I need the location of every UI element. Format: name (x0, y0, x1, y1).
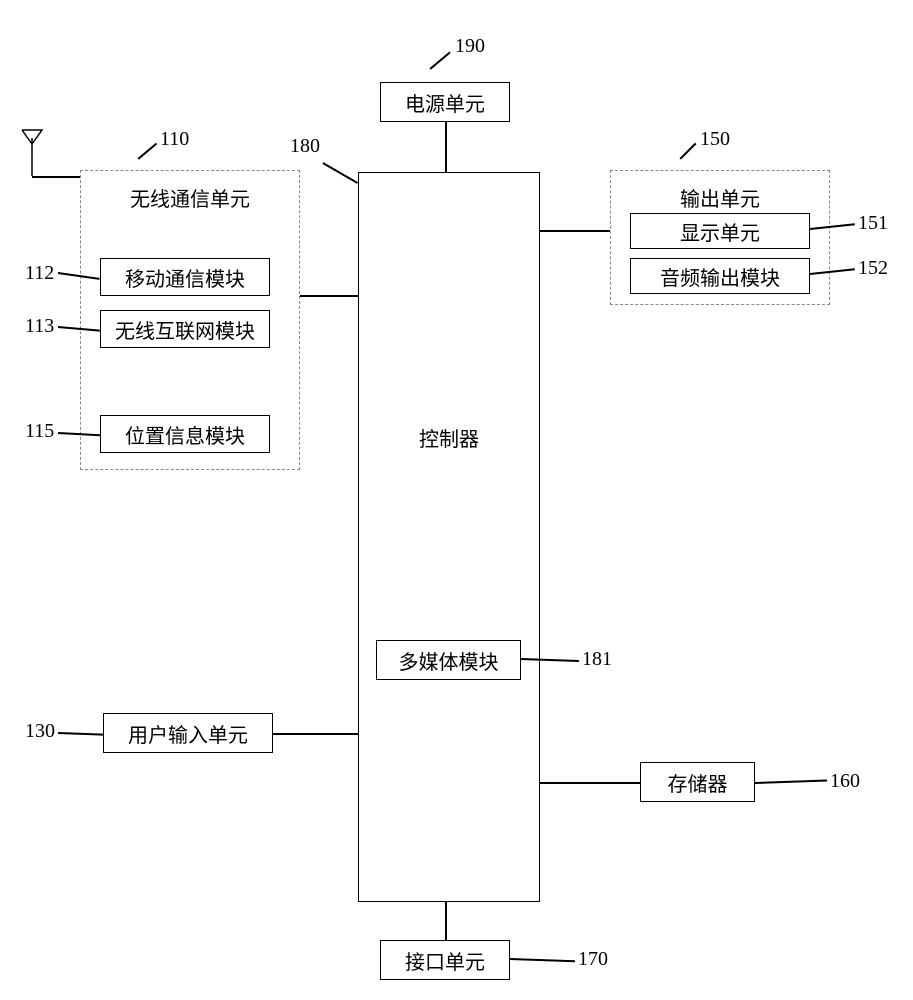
label-memory: 存储器 (668, 768, 728, 797)
ref-151: 151 (858, 212, 888, 235)
label-controller: 控制器 (419, 423, 479, 452)
label-wireless-unit: 无线通信单元 (81, 183, 299, 212)
leader-160 (755, 779, 827, 783)
block-power-unit: 电源单元 (380, 82, 510, 122)
label-wireless-internet-module: 无线互联网模块 (115, 315, 255, 344)
leader-190 (430, 51, 451, 69)
leader-130 (58, 732, 103, 735)
ref-110: 110 (160, 128, 189, 151)
label-power-unit: 电源单元 (405, 88, 485, 117)
conn-power-controller (445, 122, 447, 172)
block-multimedia-module: 多媒体模块 (376, 640, 521, 680)
block-location-info-module: 位置信息模块 (100, 415, 270, 453)
conn-userinput-controller (273, 733, 358, 735)
ref-180: 180 (290, 135, 320, 158)
block-wireless-internet-module: 无线互联网模块 (100, 310, 270, 348)
ref-190: 190 (455, 35, 485, 58)
conn-antenna-wireless (32, 176, 80, 178)
label-mobile-comm-module: 移动通信模块 (125, 263, 245, 292)
label-output-unit: 输出单元 (611, 183, 829, 212)
conn-controller-interface (445, 902, 447, 940)
leader-180 (323, 162, 358, 183)
block-controller: 控制器 (358, 172, 540, 902)
leader-110 (138, 143, 157, 160)
ref-112: 112 (25, 262, 54, 285)
ref-170: 170 (578, 948, 608, 971)
ref-113: 113 (25, 315, 54, 338)
ref-150: 150 (700, 128, 730, 151)
block-user-input-unit: 用户输入单元 (103, 713, 273, 753)
block-interface-unit: 接口单元 (380, 940, 510, 980)
label-display-unit: 显示单元 (680, 217, 760, 246)
conn-wireless-controller (300, 295, 358, 297)
block-display-unit: 显示单元 (630, 213, 810, 249)
leader-170 (510, 958, 575, 962)
label-audio-output-module: 音频输出模块 (660, 262, 780, 291)
label-multimedia-module: 多媒体模块 (399, 646, 499, 675)
ref-152: 152 (858, 257, 888, 280)
block-mobile-comm-module: 移动通信模块 (100, 258, 270, 296)
label-location-info-module: 位置信息模块 (125, 420, 245, 449)
label-interface-unit: 接口单元 (405, 946, 485, 975)
ref-130: 130 (25, 720, 55, 743)
label-user-input-unit: 用户输入单元 (128, 719, 248, 748)
block-memory: 存储器 (640, 762, 755, 802)
ref-115: 115 (25, 420, 54, 443)
conn-controller-output (540, 230, 610, 232)
block-audio-output-module: 音频输出模块 (630, 258, 810, 294)
leader-150 (679, 143, 696, 160)
ref-181: 181 (582, 648, 612, 671)
ref-160: 160 (830, 770, 860, 793)
conn-controller-memory (540, 782, 640, 784)
antenna-icon (20, 128, 44, 178)
